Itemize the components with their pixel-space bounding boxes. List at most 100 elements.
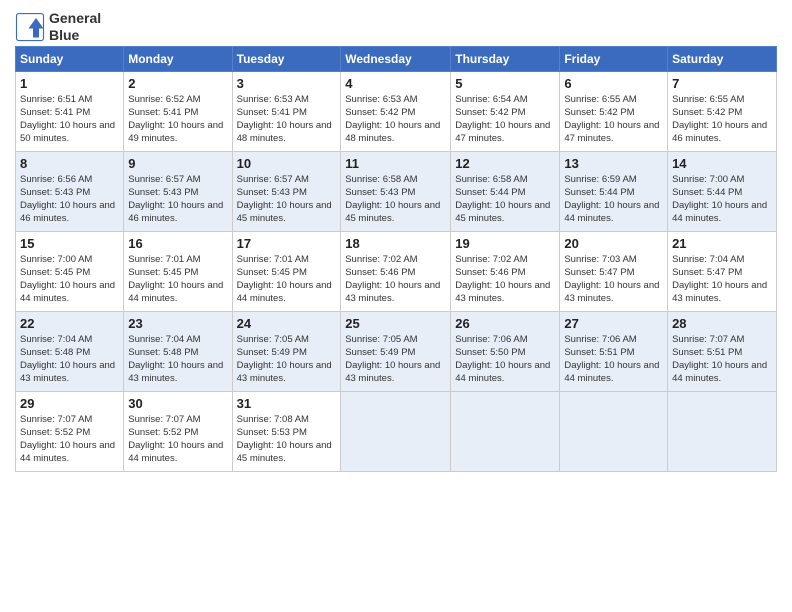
day-cell-24: 24 Sunrise: 7:05 AM Sunset: 5:49 PM Dayl… xyxy=(232,311,341,391)
day-info: Sunrise: 6:57 AM Sunset: 5:43 PM Dayligh… xyxy=(128,173,227,226)
page-container: General Blue Sunday Monday Tuesday Wedne… xyxy=(0,0,792,482)
day-number: 9 xyxy=(128,156,227,171)
day-info: Sunrise: 7:03 AM Sunset: 5:47 PM Dayligh… xyxy=(564,253,663,306)
day-info: Sunrise: 7:00 AM Sunset: 5:45 PM Dayligh… xyxy=(20,253,119,306)
day-number: 19 xyxy=(455,236,555,251)
header-row: General Blue xyxy=(15,10,777,44)
day-info: Sunrise: 7:05 AM Sunset: 5:49 PM Dayligh… xyxy=(345,333,446,386)
day-cell-29: 29 Sunrise: 7:07 AM Sunset: 5:52 PM Dayl… xyxy=(16,391,124,471)
day-number: 13 xyxy=(564,156,663,171)
day-cell-22: 22 Sunrise: 7:04 AM Sunset: 5:48 PM Dayl… xyxy=(16,311,124,391)
day-number: 30 xyxy=(128,396,227,411)
day-info: Sunrise: 7:01 AM Sunset: 5:45 PM Dayligh… xyxy=(128,253,227,306)
day-info: Sunrise: 6:52 AM Sunset: 5:41 PM Dayligh… xyxy=(128,93,227,146)
day-number: 1 xyxy=(20,76,119,91)
day-number: 27 xyxy=(564,316,663,331)
day-number: 31 xyxy=(237,396,337,411)
day-info: Sunrise: 7:05 AM Sunset: 5:49 PM Dayligh… xyxy=(237,333,337,386)
day-info: Sunrise: 6:55 AM Sunset: 5:42 PM Dayligh… xyxy=(672,93,772,146)
day-number: 16 xyxy=(128,236,227,251)
week-row-4: 22 Sunrise: 7:04 AM Sunset: 5:48 PM Dayl… xyxy=(16,311,777,391)
day-number: 26 xyxy=(455,316,555,331)
empty-cell xyxy=(560,391,668,471)
day-cell-9: 9 Sunrise: 6:57 AM Sunset: 5:43 PM Dayli… xyxy=(124,151,232,231)
day-info: Sunrise: 7:04 AM Sunset: 5:47 PM Dayligh… xyxy=(672,253,772,306)
day-info: Sunrise: 6:51 AM Sunset: 5:41 PM Dayligh… xyxy=(20,93,119,146)
week-row-3: 15 Sunrise: 7:00 AM Sunset: 5:45 PM Dayl… xyxy=(16,231,777,311)
day-number: 24 xyxy=(237,316,337,331)
day-number: 6 xyxy=(564,76,663,91)
day-number: 25 xyxy=(345,316,446,331)
day-info: Sunrise: 6:54 AM Sunset: 5:42 PM Dayligh… xyxy=(455,93,555,146)
day-cell-2: 2 Sunrise: 6:52 AM Sunset: 5:41 PM Dayli… xyxy=(124,71,232,151)
logo-text: General Blue xyxy=(49,10,101,44)
day-number: 28 xyxy=(672,316,772,331)
day-number: 17 xyxy=(237,236,337,251)
day-info: Sunrise: 7:04 AM Sunset: 5:48 PM Dayligh… xyxy=(128,333,227,386)
day-info: Sunrise: 7:02 AM Sunset: 5:46 PM Dayligh… xyxy=(345,253,446,306)
day-cell-6: 6 Sunrise: 6:55 AM Sunset: 5:42 PM Dayli… xyxy=(560,71,668,151)
empty-cell xyxy=(341,391,451,471)
weekday-header-row: Sunday Monday Tuesday Wednesday Thursday… xyxy=(16,46,777,71)
empty-cell xyxy=(451,391,560,471)
day-number: 14 xyxy=(672,156,772,171)
empty-cell xyxy=(668,391,777,471)
day-info: Sunrise: 6:55 AM Sunset: 5:42 PM Dayligh… xyxy=(564,93,663,146)
header-thursday: Thursday xyxy=(451,46,560,71)
day-info: Sunrise: 6:59 AM Sunset: 5:44 PM Dayligh… xyxy=(564,173,663,226)
day-info: Sunrise: 7:00 AM Sunset: 5:44 PM Dayligh… xyxy=(672,173,772,226)
week-row-5: 29 Sunrise: 7:07 AM Sunset: 5:52 PM Dayl… xyxy=(16,391,777,471)
day-cell-14: 14 Sunrise: 7:00 AM Sunset: 5:44 PM Dayl… xyxy=(668,151,777,231)
day-number: 10 xyxy=(237,156,337,171)
header-wednesday: Wednesday xyxy=(341,46,451,71)
day-number: 4 xyxy=(345,76,446,91)
day-cell-4: 4 Sunrise: 6:53 AM Sunset: 5:42 PM Dayli… xyxy=(341,71,451,151)
day-number: 7 xyxy=(672,76,772,91)
day-number: 11 xyxy=(345,156,446,171)
day-cell-30: 30 Sunrise: 7:07 AM Sunset: 5:52 PM Dayl… xyxy=(124,391,232,471)
header-sunday: Sunday xyxy=(16,46,124,71)
day-info: Sunrise: 6:53 AM Sunset: 5:42 PM Dayligh… xyxy=(345,93,446,146)
day-cell-26: 26 Sunrise: 7:06 AM Sunset: 5:50 PM Dayl… xyxy=(451,311,560,391)
day-info: Sunrise: 6:58 AM Sunset: 5:44 PM Dayligh… xyxy=(455,173,555,226)
day-number: 12 xyxy=(455,156,555,171)
day-cell-19: 19 Sunrise: 7:02 AM Sunset: 5:46 PM Dayl… xyxy=(451,231,560,311)
header-tuesday: Tuesday xyxy=(232,46,341,71)
day-info: Sunrise: 7:01 AM Sunset: 5:45 PM Dayligh… xyxy=(237,253,337,306)
day-cell-18: 18 Sunrise: 7:02 AM Sunset: 5:46 PM Dayl… xyxy=(341,231,451,311)
day-number: 5 xyxy=(455,76,555,91)
day-cell-31: 31 Sunrise: 7:08 AM Sunset: 5:53 PM Dayl… xyxy=(232,391,341,471)
day-number: 8 xyxy=(20,156,119,171)
day-cell-23: 23 Sunrise: 7:04 AM Sunset: 5:48 PM Dayl… xyxy=(124,311,232,391)
day-cell-15: 15 Sunrise: 7:00 AM Sunset: 5:45 PM Dayl… xyxy=(16,231,124,311)
day-cell-11: 11 Sunrise: 6:58 AM Sunset: 5:43 PM Dayl… xyxy=(341,151,451,231)
day-info: Sunrise: 6:53 AM Sunset: 5:41 PM Dayligh… xyxy=(237,93,337,146)
day-cell-20: 20 Sunrise: 7:03 AM Sunset: 5:47 PM Dayl… xyxy=(560,231,668,311)
day-cell-17: 17 Sunrise: 7:01 AM Sunset: 5:45 PM Dayl… xyxy=(232,231,341,311)
day-cell-16: 16 Sunrise: 7:01 AM Sunset: 5:45 PM Dayl… xyxy=(124,231,232,311)
day-cell-10: 10 Sunrise: 6:57 AM Sunset: 5:43 PM Dayl… xyxy=(232,151,341,231)
day-cell-25: 25 Sunrise: 7:05 AM Sunset: 5:49 PM Dayl… xyxy=(341,311,451,391)
day-cell-27: 27 Sunrise: 7:06 AM Sunset: 5:51 PM Dayl… xyxy=(560,311,668,391)
day-info: Sunrise: 7:07 AM Sunset: 5:52 PM Dayligh… xyxy=(128,413,227,466)
day-info: Sunrise: 7:06 AM Sunset: 5:50 PM Dayligh… xyxy=(455,333,555,386)
day-cell-1: 1 Sunrise: 6:51 AM Sunset: 5:41 PM Dayli… xyxy=(16,71,124,151)
day-cell-12: 12 Sunrise: 6:58 AM Sunset: 5:44 PM Dayl… xyxy=(451,151,560,231)
logo: General Blue xyxy=(15,10,101,44)
day-info: Sunrise: 7:07 AM Sunset: 5:52 PM Dayligh… xyxy=(20,413,119,466)
day-info: Sunrise: 6:57 AM Sunset: 5:43 PM Dayligh… xyxy=(237,173,337,226)
day-cell-3: 3 Sunrise: 6:53 AM Sunset: 5:41 PM Dayli… xyxy=(232,71,341,151)
day-info: Sunrise: 7:02 AM Sunset: 5:46 PM Dayligh… xyxy=(455,253,555,306)
day-info: Sunrise: 7:06 AM Sunset: 5:51 PM Dayligh… xyxy=(564,333,663,386)
day-cell-8: 8 Sunrise: 6:56 AM Sunset: 5:43 PM Dayli… xyxy=(16,151,124,231)
day-number: 29 xyxy=(20,396,119,411)
header-monday: Monday xyxy=(124,46,232,71)
day-info: Sunrise: 7:08 AM Sunset: 5:53 PM Dayligh… xyxy=(237,413,337,466)
logo-icon xyxy=(15,12,45,42)
day-info: Sunrise: 6:58 AM Sunset: 5:43 PM Dayligh… xyxy=(345,173,446,226)
calendar-table: Sunday Monday Tuesday Wednesday Thursday… xyxy=(15,46,777,472)
week-row-2: 8 Sunrise: 6:56 AM Sunset: 5:43 PM Dayli… xyxy=(16,151,777,231)
day-number: 20 xyxy=(564,236,663,251)
day-number: 22 xyxy=(20,316,119,331)
day-number: 23 xyxy=(128,316,227,331)
